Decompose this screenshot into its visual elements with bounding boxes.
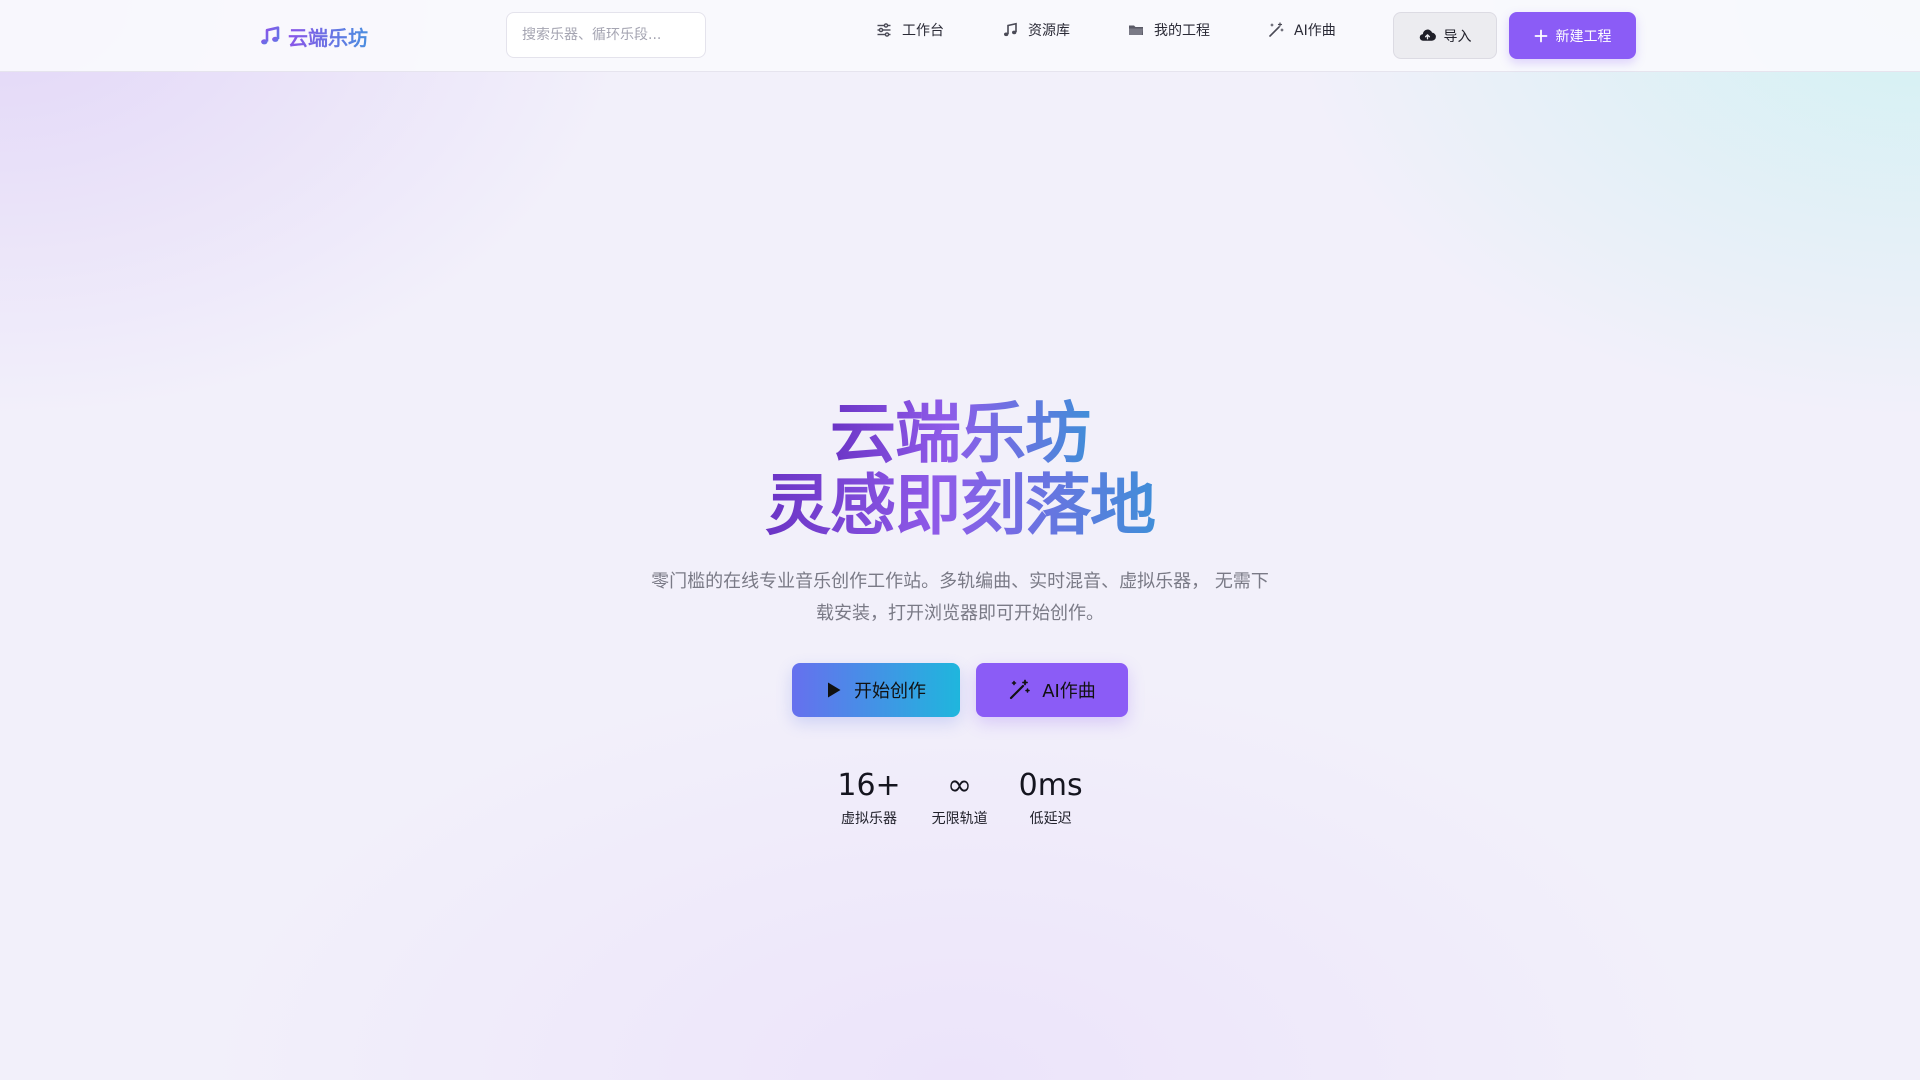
- logo[interactable]: 云端乐坊: [258, 20, 368, 52]
- play-icon: [828, 682, 841, 698]
- nav-label: 资源库: [1028, 23, 1070, 39]
- stat-latency: 0ms 低延迟: [1019, 766, 1083, 830]
- stat-label: 无限轨道: [931, 811, 988, 827]
- ai-compose-button[interactable]: AI作曲: [976, 663, 1128, 717]
- main-nav: 工作台 资源库 我的工程 AI作曲: [876, 18, 1336, 42]
- magic-wand-icon: [1010, 679, 1030, 700]
- stat-value: 0ms: [1018, 768, 1083, 803]
- magic-wand-icon: [1269, 22, 1284, 37]
- stat-label: 低延迟: [1029, 811, 1072, 827]
- nav-label: 我的工程: [1154, 23, 1210, 39]
- new-project-label: 新建工程: [1555, 28, 1612, 45]
- plus-icon: [1534, 29, 1547, 42]
- hero-title-text: 灵感即刻落地: [761, 467, 1159, 544]
- hero-title-line2: 灵感即刻落地: [0, 470, 1920, 542]
- cta-row: 开始创作 AI作曲: [792, 663, 1128, 717]
- top-header: 云端乐坊 工作台 资源库 我的工程: [0, 0, 1920, 72]
- folder-icon: [1129, 25, 1143, 35]
- stat-instruments: 16+ 虚拟乐器: [837, 766, 900, 830]
- cloud-upload-icon: [1419, 29, 1436, 41]
- nav-item-ai-compose[interactable]: AI作曲: [1268, 20, 1336, 40]
- nav-label: 工作台: [902, 23, 944, 39]
- stats-row: 16+ 虚拟乐器 ∞ 无限轨道 0ms 低延迟: [0, 766, 1920, 830]
- nav-label: AI作曲: [1294, 23, 1336, 39]
- music-note-icon: [1004, 22, 1017, 37]
- stat-tracks: ∞ 无限轨道: [931, 766, 989, 830]
- stat-value: ∞: [947, 768, 973, 803]
- stat-label: 虚拟乐器: [841, 811, 898, 827]
- ai-label: AI作曲: [1042, 681, 1096, 702]
- hero-title-text: 云端乐坊: [826, 395, 1094, 472]
- nav-item-my-projects[interactable]: 我的工程: [1128, 20, 1210, 40]
- sliders-icon: [877, 23, 891, 37]
- nav-item-library[interactable]: 资源库: [1002, 20, 1070, 40]
- music-note-icon: [261, 26, 280, 45]
- import-label: 导入: [1443, 28, 1472, 45]
- import-button[interactable]: 导入: [1393, 12, 1497, 59]
- nav-item-workbench[interactable]: 工作台: [876, 20, 944, 40]
- search-input[interactable]: [506, 12, 706, 58]
- start-label: 开始创作: [854, 681, 926, 702]
- hero-subtitle: 零门槛的在线专业音乐创作工作站。多轨编曲、实时混音、虚拟乐器， 无需下载安装，打…: [651, 571, 1269, 624]
- logo-text: 云端乐坊: [288, 22, 368, 51]
- start-creating-button[interactable]: 开始创作: [792, 663, 960, 717]
- hero-title-line1: 云端乐坊: [0, 398, 1920, 470]
- new-project-button[interactable]: 新建工程: [1509, 12, 1636, 59]
- stat-value: 16+: [837, 768, 901, 803]
